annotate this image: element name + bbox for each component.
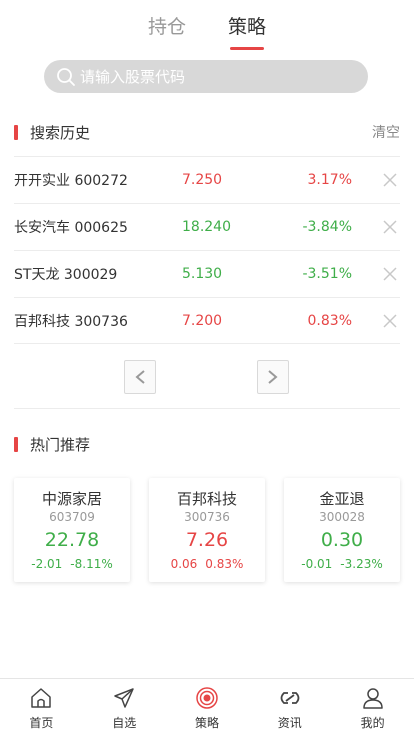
close-icon[interactable] bbox=[382, 172, 398, 188]
close-icon[interactable] bbox=[382, 313, 398, 329]
hot-card-delta: -0.01 bbox=[301, 557, 333, 571]
stock-name: 长安汽车 000625 bbox=[14, 220, 128, 236]
link-icon bbox=[278, 686, 302, 710]
history-row[interactable]: ST天龙 300029 5.130 -3.51% bbox=[14, 250, 400, 297]
nav-news[interactable]: 资讯 bbox=[248, 679, 331, 736]
close-icon[interactable] bbox=[382, 266, 398, 282]
hot-card-code: 300028 bbox=[319, 510, 365, 524]
hot-card-price: 0.30 bbox=[320, 529, 364, 551]
send-icon bbox=[112, 686, 136, 710]
hot-card[interactable]: 金亚退 300028 0.30 -0.01 -3.23% bbox=[284, 478, 400, 582]
prev-page-button[interactable] bbox=[124, 360, 156, 394]
stock-name: 开开实业 600272 bbox=[14, 173, 128, 189]
nav-label: 自选 bbox=[112, 716, 137, 730]
nav-label: 策略 bbox=[194, 716, 219, 730]
pager bbox=[0, 360, 414, 394]
hot-card-price: 22.78 bbox=[44, 529, 100, 551]
hot-card-name: 金亚退 bbox=[319, 490, 365, 508]
user-icon bbox=[361, 686, 385, 710]
section-marker bbox=[14, 124, 18, 140]
history-header: 搜索历史 清空 bbox=[14, 120, 400, 144]
hot-card-pct: -3.23% bbox=[340, 557, 383, 571]
hot-card[interactable]: 百邦科技 300736 7.26 0.06 0.83% bbox=[149, 478, 265, 582]
nav-profile[interactable]: 我的 bbox=[331, 679, 414, 736]
hot-card-pct: -8.11% bbox=[70, 557, 113, 571]
stock-price: 18.240 bbox=[182, 219, 231, 235]
history-row[interactable]: 百邦科技 300736 7.200 0.83% bbox=[14, 297, 400, 344]
hot-card-delta: 0.06 bbox=[170, 557, 198, 571]
bottom-nav: 首页 自选 策略 资讯 我的 bbox=[0, 678, 414, 736]
chevron-right-icon bbox=[268, 370, 278, 384]
hot-card-code: 603709 bbox=[49, 510, 95, 524]
tab-strategy[interactable]: 策略 bbox=[227, 0, 267, 50]
stock-name: ST天龙 300029 bbox=[14, 267, 118, 283]
hot-card-name: 百邦科技 bbox=[176, 490, 237, 508]
stock-price: 7.200 bbox=[182, 312, 223, 329]
nav-label: 首页 bbox=[29, 716, 54, 730]
nav-home[interactable]: 首页 bbox=[0, 679, 83, 736]
history-title: 搜索历史 bbox=[30, 123, 91, 142]
hot-card-price: 7.26 bbox=[185, 529, 229, 551]
hot-card-name: 中源家居 bbox=[41, 490, 102, 508]
hot-card-delta: -2.01 bbox=[31, 557, 63, 571]
hot-card-pct: 0.83% bbox=[205, 557, 244, 571]
hot-cards: 中源家居 603709 22.78 -2.01 -8.11% 百邦科技 3007… bbox=[14, 478, 400, 582]
tab-holdings[interactable]: 持仓 bbox=[147, 0, 187, 50]
stock-change: 0.83% bbox=[307, 312, 352, 329]
section-marker bbox=[14, 436, 18, 452]
hot-title: 热门推荐 bbox=[30, 435, 91, 454]
hot-header: 热门推荐 bbox=[14, 432, 400, 456]
stock-price: 5.130 bbox=[182, 266, 223, 282]
search-icon bbox=[56, 67, 76, 87]
search-input[interactable] bbox=[80, 67, 368, 86]
stock-change: -3.84% bbox=[302, 219, 352, 235]
chevron-left-icon bbox=[135, 370, 145, 384]
nav-label: 资讯 bbox=[277, 716, 302, 730]
target-icon bbox=[195, 686, 219, 710]
history-row[interactable]: 长安汽车 000625 18.240 -3.84% bbox=[14, 203, 400, 250]
clear-history-button[interactable]: 清空 bbox=[372, 122, 400, 142]
stock-change: 3.17% bbox=[307, 172, 352, 188]
hot-card-code: 300736 bbox=[184, 510, 230, 524]
top-tabs: 持仓 策略 bbox=[0, 0, 414, 50]
nav-strategy[interactable]: 策略 bbox=[166, 679, 249, 736]
nav-label: 我的 bbox=[360, 716, 385, 730]
home-icon bbox=[29, 686, 53, 710]
search-bar[interactable] bbox=[44, 60, 368, 93]
close-icon[interactable] bbox=[382, 219, 398, 235]
stock-change: -3.51% bbox=[302, 266, 352, 282]
stock-price: 7.250 bbox=[182, 172, 223, 188]
next-page-button[interactable] bbox=[257, 360, 289, 394]
history-list: 开开实业 600272 7.250 3.17% 长安汽车 000625 18.2… bbox=[14, 156, 400, 344]
divider bbox=[14, 408, 400, 409]
history-row[interactable]: 开开实业 600272 7.250 3.17% bbox=[14, 156, 400, 203]
stock-name: 百邦科技 300736 bbox=[14, 313, 128, 330]
nav-watchlist[interactable]: 自选 bbox=[83, 679, 166, 736]
hot-card[interactable]: 中源家居 603709 22.78 -2.01 -8.11% bbox=[14, 478, 130, 582]
